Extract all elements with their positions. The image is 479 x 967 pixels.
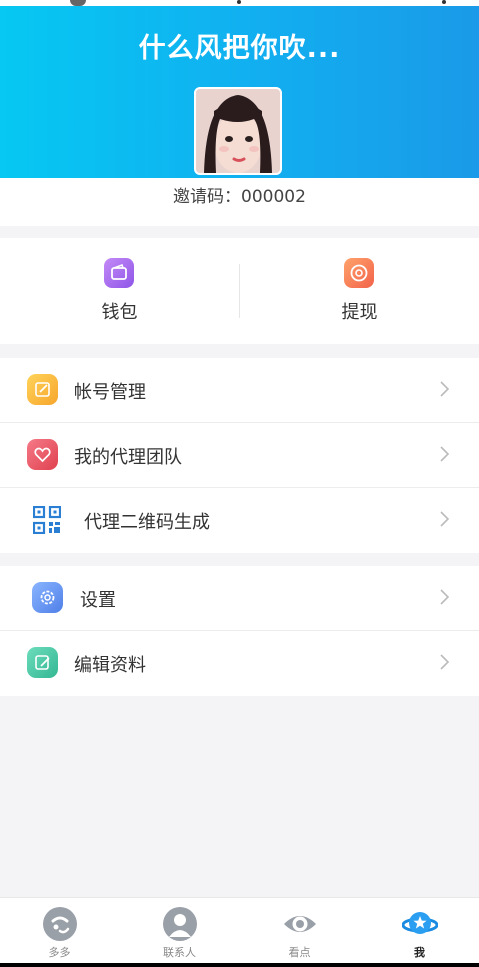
wallet-section: 钱包 提现 [0,238,479,344]
eye-icon [284,916,316,932]
tab-contacts[interactable]: 联系人 [120,898,239,964]
heart-icon [27,439,58,470]
system-nav-strip [0,963,479,967]
invite-value: 000002 [241,187,306,207]
menu-group-account: 帐号管理 我的代理团队 代理二维码生成 [0,358,479,553]
header-title: 什么风把你吹... [138,33,341,64]
invite-area: 邀请码：000002 [0,178,479,226]
avatar[interactable] [194,87,282,175]
chevron-right-icon [440,589,450,605]
planet-icon [402,912,438,934]
withdraw-label: 提现 [341,302,378,323]
status-dot [442,0,446,4]
menu-item-agent-qr-code[interactable]: 代理二维码生成 [0,488,479,553]
menu-label: 帐号管理 [74,382,146,403]
tab-label: 我 [414,946,425,959]
chevron-right-icon [440,511,450,527]
menu-label: 设置 [80,590,116,611]
bottom-tab-bar: 多多 联系人 看点 我 [0,897,479,963]
withdraw-button[interactable]: 提现 [240,238,479,344]
duoduo-icon [43,907,77,941]
tab-label: 联系人 [163,946,196,959]
withdraw-icon [344,258,374,288]
tab-label: 多多 [48,946,71,959]
chevron-right-icon [440,381,450,397]
menu-item-account-management[interactable]: 帐号管理 [0,358,479,423]
menu-item-edit-profile[interactable]: 编辑资料 [0,631,479,696]
wallet-icon [104,258,134,288]
profile-header: 什么风把你吹... [0,6,479,178]
gear-icon [32,582,63,613]
tab-duoduo[interactable]: 多多 [0,898,119,964]
menu-item-agent-team[interactable]: 我的代理团队 [0,423,479,488]
menu-label: 代理二维码生成 [84,512,210,533]
chevron-right-icon [440,446,450,462]
status-dot [237,0,241,4]
invite-code: 邀请码：000002 [0,182,479,207]
chevron-right-icon [440,654,450,670]
invite-label: 邀请码： [173,187,242,207]
menu-label: 编辑资料 [74,655,146,676]
menu-group-settings: 设置 编辑资料 [0,566,479,696]
tab-kandian[interactable]: 看点 [240,898,359,964]
menu-item-settings[interactable]: 设置 [0,566,479,631]
tab-label: 看点 [288,946,311,959]
wallet-label: 钱包 [101,302,138,323]
qr-code-icon [32,505,62,535]
wallet-button[interactable]: 钱包 [0,238,239,344]
edit-account-icon [27,374,58,405]
menu-label: 我的代理团队 [74,447,182,468]
tab-me[interactable]: 我 [360,898,479,964]
edit-profile-icon [27,647,58,678]
contacts-icon [163,907,197,941]
